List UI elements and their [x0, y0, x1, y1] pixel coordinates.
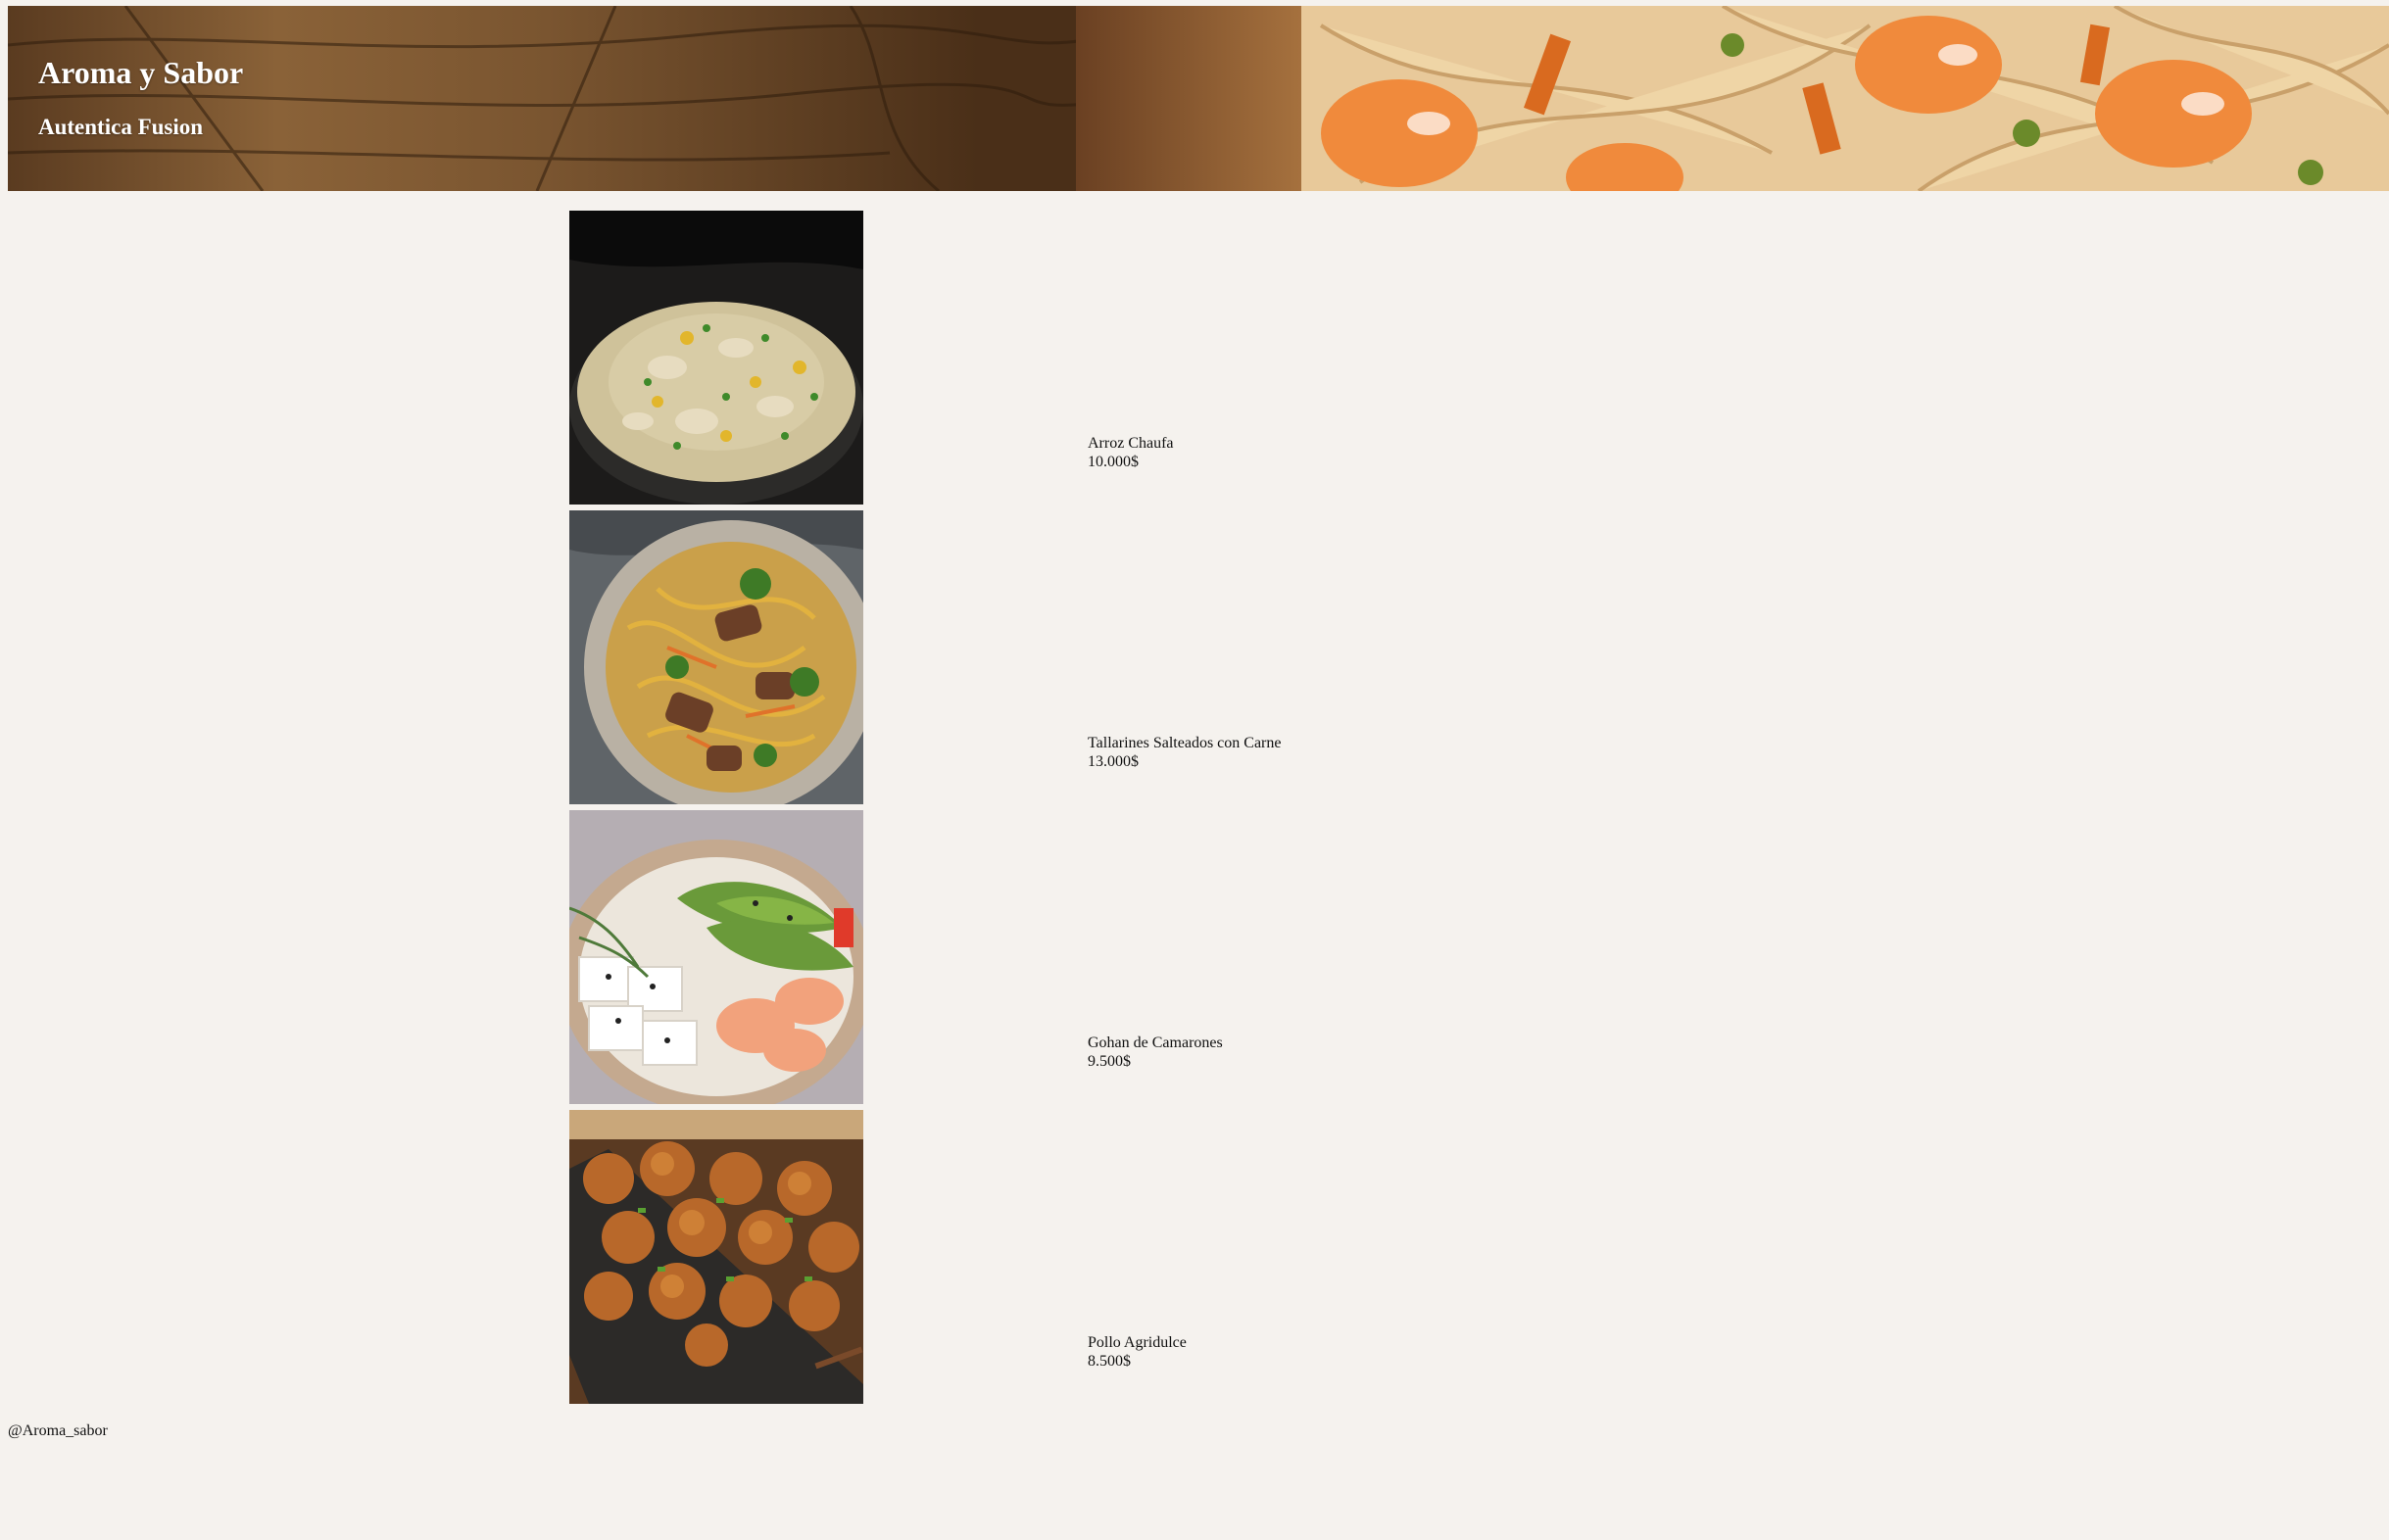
- dish-price: 10.000$: [1088, 454, 1139, 470]
- sweet-sour-chicken-photo: [569, 1110, 863, 1404]
- dish-info: Tallarines Salteados con Carne 13.000$: [1088, 734, 1281, 771]
- dish-info: Arroz Chaufa 10.000$: [1088, 434, 1174, 471]
- list-item: Pollo Agridulce 8.500$: [0, 1110, 2389, 1404]
- dish-price: 9.500$: [1088, 1053, 1131, 1070]
- shrimp-rice-bowl-photo: [569, 810, 863, 1104]
- banner-background-image: [8, 6, 2389, 191]
- header-banner: Aroma y Sabor Autentica Fusion: [8, 6, 2389, 191]
- dish-name: Tallarines Salteados con Carne: [1088, 735, 1282, 751]
- dish-info: Gohan de Camarones 9.500$: [1088, 1034, 1223, 1071]
- dish-info: Pollo Agridulce 8.500$: [1088, 1333, 1187, 1371]
- list-item: Tallarines Salteados con Carne 13.000$: [0, 510, 2389, 804]
- stir-fried-noodles-photo: [569, 510, 863, 804]
- social-handle: @Aroma_sabor: [8, 1422, 108, 1439]
- list-item: Arroz Chaufa 10.000$: [0, 211, 2389, 505]
- list-item: Gohan de Camarones 9.500$: [0, 810, 2389, 1104]
- dish-price: 8.500$: [1088, 1353, 1131, 1370]
- dish-price: 13.000$: [1088, 753, 1139, 770]
- site-subtitle: Autentica Fusion: [38, 115, 204, 139]
- dish-name: Arroz Chaufa: [1088, 435, 1174, 452]
- dish-name: Pollo Agridulce: [1088, 1334, 1187, 1351]
- fried-rice-photo: [569, 211, 863, 505]
- dish-name: Gohan de Camarones: [1088, 1035, 1223, 1051]
- site-title: Aroma y Sabor: [38, 55, 244, 90]
